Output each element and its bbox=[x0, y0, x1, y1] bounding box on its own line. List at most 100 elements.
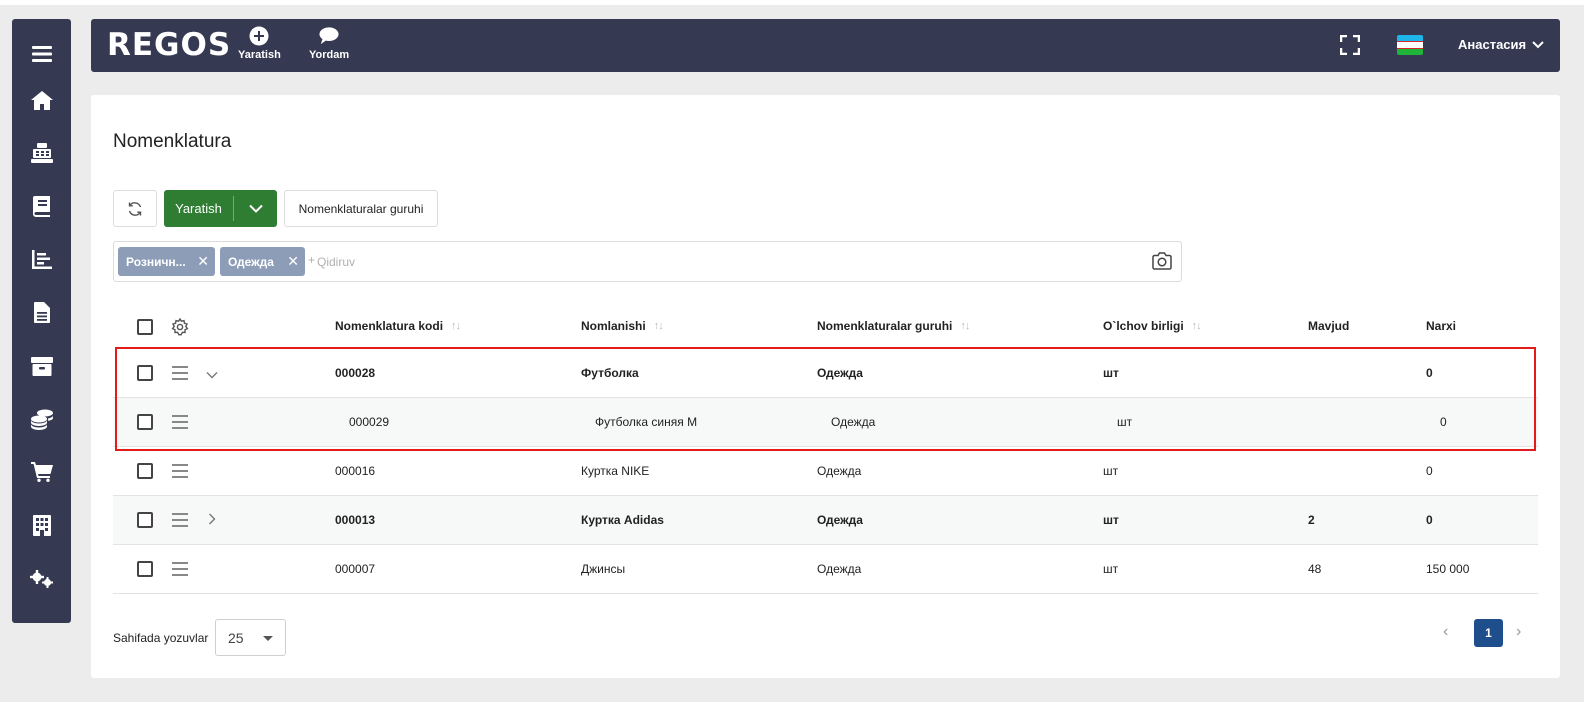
pagination-next-icon[interactable]: › bbox=[1516, 623, 1521, 641]
drag-handle-icon[interactable] bbox=[172, 562, 188, 576]
column-header-name[interactable]: Nomlanishi ↑↓ bbox=[581, 319, 664, 333]
nomenclature-table: Nomenklatura kodi ↑↓ Nomlanishi ↑↓ Nomen… bbox=[113, 305, 1538, 594]
cell-unit: шт bbox=[1103, 366, 1119, 380]
shopping-cart-icon[interactable] bbox=[12, 452, 71, 492]
column-header-unit[interactable]: O`lchov birligi ↑↓ bbox=[1103, 319, 1202, 333]
chevron-down-icon[interactable] bbox=[206, 366, 218, 384]
chevron-down-icon bbox=[248, 204, 263, 213]
cell-code: 000007 bbox=[335, 562, 376, 576]
row-checkbox[interactable] bbox=[137, 365, 153, 381]
cell-group: Одежда bbox=[817, 513, 863, 527]
sidebar bbox=[12, 19, 71, 623]
refresh-button[interactable] bbox=[113, 190, 157, 227]
user-menu[interactable]: Анастасия bbox=[1458, 37, 1544, 52]
building-icon[interactable] bbox=[12, 505, 71, 545]
column-header-price: Narxi bbox=[1426, 319, 1456, 333]
warehouse-box-icon[interactable] bbox=[12, 346, 71, 386]
sort-icon[interactable]: ↑↓ bbox=[451, 320, 461, 332]
header-create-button[interactable]: Yaratish bbox=[238, 26, 281, 61]
cell-unit: шт bbox=[1103, 562, 1119, 576]
column-header-group[interactable]: Nomenklaturalar guruhi ↑↓ bbox=[817, 319, 970, 333]
document-icon[interactable] bbox=[12, 292, 71, 332]
table-row[interactable]: 000028 Футболка Одежда шт 0 bbox=[113, 349, 1538, 398]
main-card: Nomenklatura Yaratish Nomenklaturalar gu… bbox=[91, 95, 1560, 678]
page-title: Nomenklatura bbox=[113, 131, 232, 152]
cell-price: 0 bbox=[1426, 366, 1433, 380]
pagination-page-current[interactable]: 1 bbox=[1474, 619, 1503, 647]
drag-handle-icon[interactable] bbox=[172, 415, 188, 429]
plus-circle-icon bbox=[249, 26, 269, 46]
cell-name: Куртка Adidas bbox=[581, 513, 664, 527]
table-header: Nomenklatura kodi ↑↓ Nomlanishi ↑↓ Nomen… bbox=[113, 305, 1538, 349]
settings-gears-icon[interactable] bbox=[12, 559, 71, 599]
filter-chip: Розничн... ✕ bbox=[118, 247, 215, 276]
column-header-code[interactable]: Nomenklatura kodi ↑↓ bbox=[335, 319, 461, 333]
table-row[interactable]: 000013 Куртка Adidas Одежда шт 2 0 bbox=[113, 496, 1538, 545]
chat-bubble-icon bbox=[319, 26, 339, 46]
cell-price: 0 bbox=[1440, 415, 1447, 429]
cell-name: Куртка NIKE bbox=[581, 464, 650, 478]
cell-group: Одежда bbox=[817, 464, 862, 478]
select-all-checkbox[interactable] bbox=[137, 319, 153, 335]
cell-group: Одежда bbox=[831, 415, 876, 429]
create-split-button: Yaratish bbox=[164, 190, 277, 227]
cell-price: 150 000 bbox=[1426, 562, 1470, 576]
home-icon[interactable] bbox=[12, 80, 71, 120]
language-flag-icon[interactable] bbox=[1397, 35, 1423, 55]
chip-remove-icon[interactable]: ✕ bbox=[197, 253, 209, 270]
fullscreen-icon[interactable] bbox=[1339, 34, 1361, 56]
cell-unit: шт bbox=[1117, 415, 1133, 429]
caret-down-icon bbox=[263, 636, 273, 641]
book-icon[interactable] bbox=[12, 186, 71, 226]
search-input[interactable] bbox=[317, 250, 1137, 274]
column-label: Narxi bbox=[1426, 319, 1457, 333]
column-label: Nomenklatura kodi bbox=[335, 319, 444, 333]
filter-bar: Розничн... ✕ Одежда ✕ + bbox=[113, 241, 1182, 282]
chip-remove-icon[interactable]: ✕ bbox=[287, 253, 299, 270]
table-row-child[interactable]: 000029 Футболка синяя M Одежда шт 0 bbox=[113, 398, 1538, 447]
coins-icon[interactable] bbox=[12, 399, 71, 439]
pagination-prev-icon[interactable]: ‹ bbox=[1443, 623, 1448, 641]
header-help-label: Yordam bbox=[309, 49, 350, 61]
chevron-right-icon[interactable] bbox=[208, 512, 216, 530]
table-row[interactable]: 000007 Джинсы Одежда шт 48 150 000 bbox=[113, 545, 1538, 594]
header-help-button[interactable]: Yordam bbox=[309, 26, 349, 61]
top-strip bbox=[0, 0, 1584, 5]
top-header: REGOS Yaratish Yordam Анастасия bbox=[91, 19, 1560, 72]
refresh-icon bbox=[128, 201, 142, 216]
app-logo[interactable]: REGOS bbox=[107, 28, 231, 62]
create-button[interactable]: Yaratish bbox=[164, 190, 233, 227]
rows-per-page-select[interactable]: 25 bbox=[215, 619, 286, 656]
column-label: Mavjud bbox=[1308, 319, 1350, 333]
column-settings-gear-icon[interactable] bbox=[171, 317, 189, 341]
row-checkbox[interactable] bbox=[137, 512, 153, 528]
camera-icon[interactable] bbox=[1151, 251, 1173, 276]
nomenclature-groups-button[interactable]: Nomenklaturalar guruhi bbox=[284, 190, 438, 227]
drag-handle-icon[interactable] bbox=[172, 366, 188, 380]
cash-register-icon[interactable] bbox=[12, 133, 71, 173]
sort-icon[interactable]: ↑↓ bbox=[1192, 320, 1202, 332]
column-label: O`lchov birligi bbox=[1103, 319, 1184, 333]
column-header-stock: Mavjud bbox=[1308, 319, 1349, 333]
sort-icon[interactable]: ↑↓ bbox=[654, 320, 664, 332]
filter-chip-label: Одежда bbox=[228, 254, 274, 269]
create-dropdown-toggle[interactable] bbox=[234, 190, 277, 227]
rows-per-page-label: Sahifada yozuvlar bbox=[113, 631, 209, 645]
sort-icon[interactable]: ↑↓ bbox=[960, 320, 970, 332]
drag-handle-icon[interactable] bbox=[172, 464, 188, 478]
cell-code: 000029 bbox=[349, 415, 390, 429]
user-name: Анастасия bbox=[1458, 37, 1527, 52]
cell-stock: 2 bbox=[1308, 513, 1315, 527]
row-checkbox[interactable] bbox=[137, 463, 153, 479]
menu-icon[interactable] bbox=[12, 34, 71, 74]
row-checkbox[interactable] bbox=[137, 561, 153, 577]
row-checkbox[interactable] bbox=[137, 414, 153, 430]
cell-price: 0 bbox=[1426, 464, 1433, 478]
filter-chip: Одежда ✕ bbox=[220, 247, 305, 276]
cell-name: Футболка синяя M bbox=[595, 415, 698, 429]
reports-chart-icon[interactable] bbox=[12, 239, 71, 279]
table-row[interactable]: 000016 Куртка NIKE Одежда шт 0 bbox=[113, 447, 1538, 496]
cell-code: 000016 bbox=[335, 464, 376, 478]
drag-handle-icon[interactable] bbox=[172, 513, 188, 527]
plus-icon: + bbox=[308, 253, 316, 267]
